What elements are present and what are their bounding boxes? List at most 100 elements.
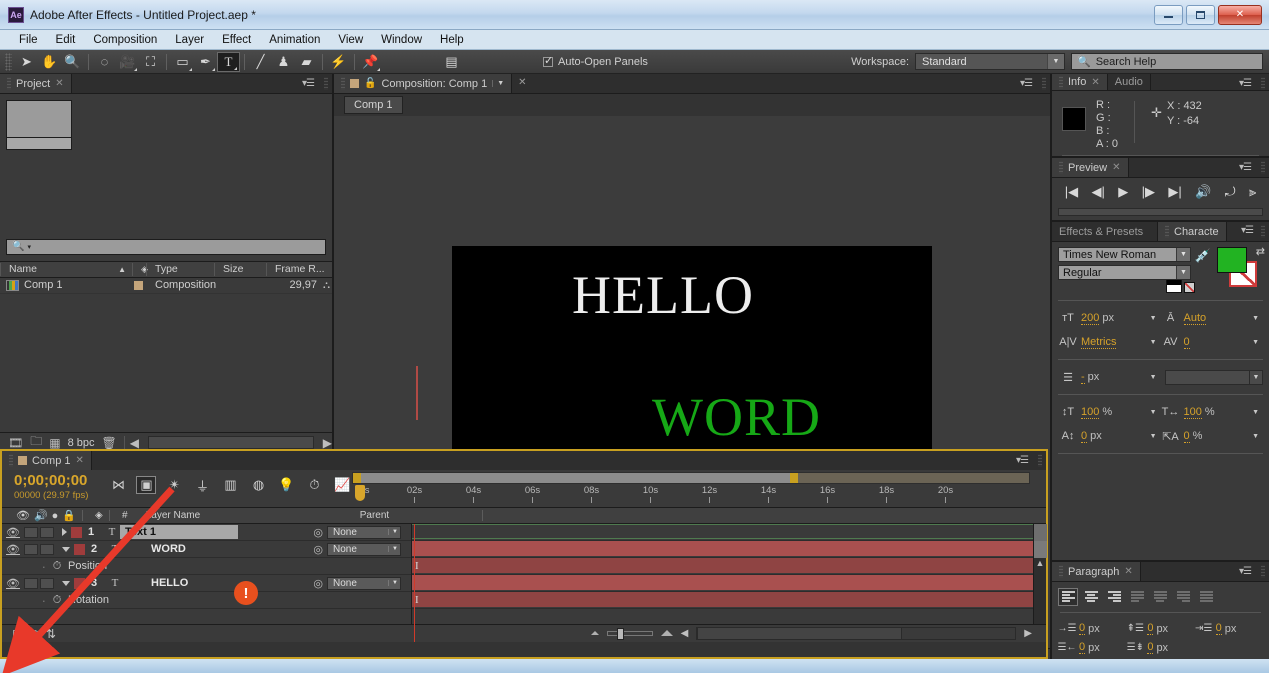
justify-last-left-icon[interactable] [1127, 588, 1147, 606]
visibility-toggle-icon[interactable]: 👁 [2, 526, 24, 539]
brush-tool-icon[interactable]: ╱ [249, 52, 272, 72]
delete-icon[interactable]: 🗑 [102, 436, 117, 450]
audio-toggle-box[interactable] [24, 578, 38, 589]
align-center-icon[interactable] [1081, 588, 1101, 606]
panel-grip-icon[interactable] [1261, 77, 1265, 90]
panel-menu-icon[interactable]: ▾☰ [1239, 162, 1251, 173]
track-row-position[interactable]: I [412, 558, 1046, 575]
hide-shy-layers-icon[interactable]: ⏚ [192, 476, 212, 494]
clone-stamp-tool-icon[interactable]: ♟ [272, 52, 295, 72]
horizontal-scale-value[interactable]: 100 [1184, 406, 1202, 419]
vertical-scale-value[interactable]: 100 [1081, 406, 1099, 419]
solo-toggle-box[interactable] [40, 544, 54, 555]
search-layers-icon[interactable]: ⋈ [108, 476, 128, 494]
frame-blending-icon[interactable]: ▥ [220, 476, 240, 494]
warning-badge[interactable]: ! [234, 581, 258, 605]
space-before-value[interactable]: 0 [1147, 622, 1153, 635]
horizontal-scale-field[interactable]: T↔ 100 % ▼ [1161, 402, 1264, 422]
chevron-down-icon[interactable]: ▼ [1252, 433, 1263, 440]
property-row-position[interactable]: · ⏱ Position [2, 558, 411, 575]
panel-menu-icon[interactable]: ▾☰ [1239, 78, 1251, 89]
close-icon[interactable]: ✕ [76, 455, 84, 466]
baseline-shift-value[interactable]: 0 [1081, 430, 1087, 443]
graph-editor-icon[interactable]: 📈 [332, 476, 352, 494]
scroll-left-icon[interactable]: ◀ [124, 436, 139, 450]
chevron-down-icon[interactable]: ▼ [1252, 315, 1263, 322]
close-button[interactable]: ✕ [1218, 5, 1262, 25]
tsume-field[interactable]: ⇱A 0 % ▼ [1161, 426, 1264, 446]
kerning-value[interactable]: Metrics [1081, 336, 1116, 349]
toolbar-grip-icon[interactable] [5, 53, 12, 71]
first-frame-icon[interactable]: |◀ [1065, 184, 1078, 200]
label-color-swatch[interactable] [71, 527, 82, 538]
panel-grip-icon[interactable] [1042, 77, 1046, 90]
stopwatch-icon[interactable]: ⏱ [46, 560, 68, 573]
stroke-order-select[interactable]: ▼ [1165, 370, 1264, 385]
menu-edit[interactable]: Edit [47, 32, 85, 48]
zoom-tool-icon[interactable]: 🔍 [61, 52, 84, 72]
composition-mini-flowchart-icon[interactable]: ▣ [136, 476, 156, 494]
fill-color-swatch[interactable] [1217, 247, 1247, 273]
workspace-panel-icon[interactable]: ▤ [440, 52, 463, 72]
align-left-icon[interactable] [1058, 588, 1078, 606]
indent-left-field[interactable]: →☰ 0 px [1058, 619, 1126, 638]
motion-blur-icon[interactable]: ◍ [248, 476, 268, 494]
project-settings-icon[interactable]: ▦ [49, 436, 60, 450]
property-row-rotation[interactable]: · ⏱ Rotation [2, 592, 411, 609]
chevron-down-icon[interactable]: ▼ [1252, 339, 1263, 346]
swap-fill-stroke-icon[interactable]: ⇄ [1256, 245, 1265, 258]
project-hscrollbar[interactable] [148, 436, 314, 449]
close-icon[interactable]: ✕ [1091, 77, 1099, 88]
label-color-swatch[interactable] [74, 544, 85, 555]
panel-menu-icon[interactable]: ▾☰ [1239, 566, 1251, 577]
zoom-in-icon[interactable] [661, 630, 673, 636]
last-frame-icon[interactable]: ▶| [1168, 184, 1181, 200]
menu-layer[interactable]: Layer [166, 32, 213, 48]
project-search-input[interactable]: 🔍 ▾ [6, 239, 326, 255]
stopwatch-icon[interactable]: ⏱ [46, 594, 68, 607]
label-color-swatch[interactable] [74, 578, 85, 589]
project-row-comp1[interactable]: Comp 1 Composition 29,97 ⛬ [0, 278, 332, 294]
tsume-value[interactable]: 0 [1184, 430, 1190, 443]
keyframe-marker-icon[interactable]: I [415, 594, 419, 606]
chevron-down-icon[interactable]: ▼ [1150, 433, 1161, 440]
keyframe-marker-icon[interactable]: I [415, 560, 419, 572]
timeline-zoom-slider[interactable] [607, 631, 653, 636]
menu-view[interactable]: View [329, 32, 372, 48]
audio-toggle-box[interactable] [24, 544, 38, 555]
column-name[interactable]: Name ▲ [0, 263, 132, 276]
next-frame-icon[interactable]: |▶ [1142, 184, 1155, 200]
tab-audio[interactable]: Audio [1108, 74, 1151, 90]
menu-window[interactable]: Window [372, 32, 431, 48]
audio-toggle-box[interactable] [24, 527, 38, 538]
zoom-handle-left[interactable] [353, 473, 361, 483]
expand-triangle-icon[interactable] [62, 528, 67, 536]
tab-preview[interactable]: Preview ✕ [1052, 158, 1129, 177]
layer-row-word[interactable]: 👁 2 T WORD ◎ None ▼ [2, 541, 411, 558]
timeline-current-timecode[interactable]: 0;00;00;00 [14, 472, 88, 489]
workspace-select[interactable]: Standard ▼ [915, 53, 1065, 70]
property-name[interactable]: Position [68, 560, 107, 572]
tab-project[interactable]: Project ✕ [0, 74, 72, 93]
layer-row-hello[interactable]: 👁 3 T HELLO ◎ None ▼ [2, 575, 411, 592]
indent-right-value[interactable]: 0 [1079, 641, 1085, 654]
rotation-tool-icon[interactable]: ◌ [93, 52, 116, 72]
no-fill-icon[interactable] [1184, 282, 1195, 293]
playhead-marker[interactable] [355, 485, 365, 501]
indent-first-value[interactable]: 0 [1216, 622, 1222, 635]
panel-grip-icon[interactable] [1261, 565, 1265, 578]
stroke-width-field[interactable]: ☰ - px ▼ [1058, 367, 1161, 387]
space-before-field[interactable]: ⇞☰ 0 px [1126, 619, 1194, 638]
menu-effect[interactable]: Effect [213, 32, 260, 48]
tab-character[interactable]: Characte [1158, 222, 1227, 241]
visibility-toggle-icon[interactable]: 👁 [2, 543, 24, 556]
solo-toggle-box[interactable] [40, 578, 54, 589]
hand-tool-icon[interactable]: ✋ [38, 52, 61, 72]
panel-grip-icon[interactable] [1038, 454, 1042, 467]
panel-menu-icon[interactable]: ▾☰ [302, 78, 314, 89]
pen-tool-icon[interactable]: ✒ [194, 52, 217, 72]
close-icon[interactable]: ✕ [1124, 566, 1132, 577]
layer-name[interactable]: Text 1 [120, 525, 238, 539]
space-after-value[interactable]: 0 [1147, 641, 1153, 654]
canvas-text-word[interactable]: WORD [652, 386, 821, 448]
